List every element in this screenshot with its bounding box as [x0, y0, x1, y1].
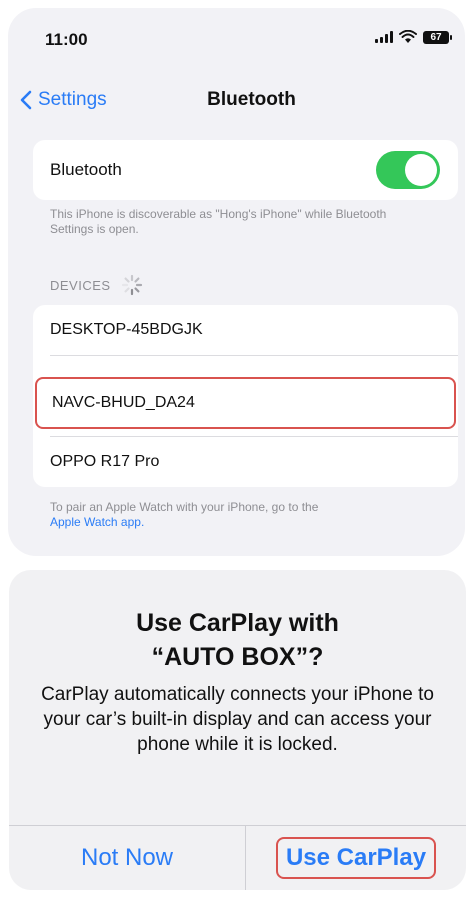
not-now-button[interactable]: Not Now — [9, 826, 245, 890]
devices-section-header: DEVICES — [50, 274, 143, 296]
navigation-bar: Settings Bluetooth — [8, 78, 465, 122]
device-row[interactable]: DESKTOP-45BDGJK — [33, 305, 458, 355]
discoverable-note: This iPhone is discoverable as "Hong's i… — [50, 207, 387, 236]
bluetooth-toggle-row: Bluetooth — [33, 140, 458, 200]
carplay-alert-dialog: Use CarPlay with “AUTO BOX”? CarPlay aut… — [9, 570, 466, 890]
status-bar: 11:00 67 — [8, 8, 465, 68]
loading-spinner-icon — [121, 274, 142, 296]
battery-icon: 67 — [423, 30, 452, 44]
toggle-knob — [405, 154, 437, 186]
device-row-highlighted[interactable]: NAVC-BHUD_DA24 — [35, 377, 456, 429]
wifi-icon — [399, 30, 417, 43]
bluetooth-toggle[interactable] — [376, 151, 440, 189]
use-carplay-label: Use CarPlay — [275, 837, 437, 879]
status-time: 11:00 — [45, 30, 88, 49]
device-name: NAVC-BHUD_DA24 — [52, 394, 195, 411]
devices-header-label: DEVICES — [50, 277, 111, 293]
device-name: OPPO R17 Pro — [50, 453, 160, 470]
device-row[interactable]: OPPO R17 Pro — [33, 437, 458, 487]
dialog-title: Use CarPlay with “AUTO BOX”? — [9, 606, 466, 674]
bluetooth-label: Bluetooth — [50, 160, 122, 179]
dialog-title-line1: Use CarPlay with — [136, 609, 339, 637]
use-carplay-button[interactable]: Use CarPlay — [246, 826, 466, 890]
row-divider — [50, 355, 458, 356]
device-name: DESKTOP-45BDGJK — [50, 321, 203, 338]
status-icons: 67 — [375, 30, 452, 44]
cellular-signal-icon — [375, 31, 393, 43]
apple-watch-note: To pair an Apple Watch with your iPhone,… — [50, 500, 430, 530]
battery-level: 67 — [430, 31, 442, 43]
apple-watch-app-link[interactable]: Apple Watch app. — [50, 515, 144, 529]
dialog-title-line2: “AUTO BOX”? — [151, 643, 324, 671]
apple-watch-note-text: To pair an Apple Watch with your iPhone,… — [50, 500, 319, 514]
dialog-message: CarPlay automatically connects your iPho… — [41, 684, 434, 755]
not-now-label: Not Now — [80, 844, 174, 871]
page-title: Bluetooth — [207, 89, 296, 110]
